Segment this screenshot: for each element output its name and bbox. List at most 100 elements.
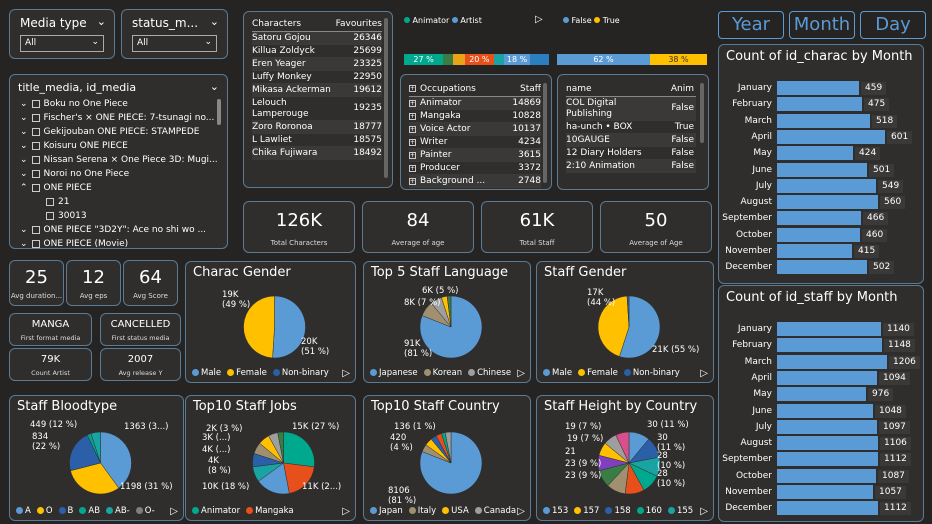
bar-row[interactable]: March 1206 bbox=[719, 354, 920, 370]
play-icon[interactable]: ▷ bbox=[342, 368, 350, 379]
title-media-slicer[interactable]: title_media, id_media ⌄ ⌄ Boku no One Pie… bbox=[9, 74, 228, 249]
table-row[interactable]: Luffy Monkey 22950 bbox=[252, 71, 382, 84]
chevron-down-icon[interactable]: ⌄ bbox=[20, 113, 28, 123]
expand-icon[interactable]: + bbox=[409, 85, 416, 92]
stack-segment[interactable]: 18 % bbox=[504, 54, 531, 65]
legend-item[interactable]: 157 bbox=[574, 506, 599, 516]
column-header[interactable]: Staff bbox=[501, 84, 541, 94]
legend-item[interactable]: O- bbox=[135, 506, 155, 516]
legend-item[interactable]: Chinese bbox=[468, 368, 511, 378]
bar-row[interactable]: February 1148 bbox=[719, 338, 919, 353]
bar[interactable] bbox=[777, 81, 859, 95]
table-row[interactable]: L Lawliet 18575 bbox=[252, 134, 382, 147]
checkbox[interactable] bbox=[31, 127, 40, 136]
chevron-up-icon[interactable]: ⌃ bbox=[20, 183, 28, 193]
checkbox[interactable] bbox=[31, 155, 40, 164]
chevron-down-icon[interactable]: ⌄ bbox=[20, 141, 28, 151]
play-icon[interactable]: ▷ bbox=[342, 506, 350, 517]
bar-row[interactable]: May 976 bbox=[719, 387, 919, 402]
column-header[interactable]: name bbox=[566, 84, 654, 94]
bar[interactable] bbox=[777, 178, 876, 193]
legend-item[interactable]: Italy bbox=[408, 506, 436, 516]
legend-item[interactable]: AB- bbox=[106, 506, 130, 516]
tree-item[interactable]: ⌄ Nissan Serena × One Piece 3D: Mugi... bbox=[20, 155, 218, 165]
checkbox[interactable] bbox=[31, 141, 40, 150]
bar[interactable] bbox=[777, 370, 877, 385]
year-button[interactable]: Year bbox=[718, 11, 784, 39]
stack-segment[interactable]: 62 % bbox=[557, 54, 650, 65]
legend-item[interactable]: Female bbox=[227, 368, 267, 378]
legend-item[interactable]: 153 bbox=[543, 506, 568, 516]
bar-row[interactable]: March 518 bbox=[719, 113, 919, 129]
play-icon[interactable]: ▷ bbox=[535, 14, 543, 25]
column-header[interactable]: Occupations bbox=[420, 84, 501, 94]
table-row[interactable]: + Mangaka 10828 bbox=[409, 110, 541, 123]
column-header[interactable]: Favourites bbox=[334, 19, 382, 29]
checkbox[interactable] bbox=[31, 183, 40, 192]
legend-item[interactable]: A bbox=[16, 506, 31, 516]
bar-row[interactable]: August 560 bbox=[719, 195, 919, 210]
legend-item[interactable]: USA bbox=[442, 506, 469, 516]
table-row[interactable]: Mikasa Ackerman 19612 bbox=[252, 84, 382, 97]
scrollbar[interactable] bbox=[217, 99, 221, 125]
bar[interactable] bbox=[777, 485, 873, 499]
bar-row[interactable]: July 549 bbox=[719, 178, 919, 194]
legend-item[interactable]: Female bbox=[578, 368, 618, 378]
expand-icon[interactable]: + bbox=[409, 138, 416, 146]
table-row[interactable]: ha-unch • BOX True bbox=[566, 121, 696, 134]
legend-item[interactable]: Mangaka bbox=[246, 506, 294, 516]
play-icon[interactable]: ▷ bbox=[517, 506, 525, 517]
bar-row[interactable]: January 459 bbox=[719, 81, 919, 96]
bar-row[interactable]: December 1112 bbox=[719, 501, 919, 516]
table-row[interactable]: Lelouch Lamperouge 19235 bbox=[252, 97, 382, 121]
bar[interactable] bbox=[777, 468, 876, 483]
table-row[interactable]: 12 Diary Holders False bbox=[566, 147, 696, 160]
stack-segment[interactable] bbox=[453, 54, 465, 65]
table-row[interactable]: COL Digital Publishing False bbox=[566, 97, 696, 121]
stack-segment[interactable]: 38 % bbox=[650, 54, 707, 65]
chevron-down-icon[interactable]: ⌄ bbox=[20, 99, 28, 109]
table-row[interactable]: + Writer 4234 bbox=[409, 136, 541, 149]
tree-item[interactable]: ⌄ Fischer's × ONE PIECE: 7-tsunagi no... bbox=[20, 113, 214, 123]
column-header[interactable]: Anim bbox=[654, 84, 694, 94]
bar-row[interactable]: September 1112 bbox=[719, 452, 919, 467]
legend-item[interactable]: 158 bbox=[605, 506, 631, 516]
table-row[interactable]: Satoru Gojou 26346 bbox=[252, 32, 382, 45]
bar[interactable] bbox=[777, 97, 862, 112]
checkbox[interactable] bbox=[31, 113, 40, 122]
bar-row[interactable]: February 475 bbox=[719, 97, 919, 112]
table-row[interactable]: + Painter 3615 bbox=[409, 149, 541, 162]
checkbox[interactable] bbox=[46, 211, 54, 220]
bar-row[interactable]: August 1106 bbox=[719, 436, 919, 451]
bar[interactable] bbox=[777, 211, 861, 226]
expand-icon[interactable]: + bbox=[409, 99, 416, 107]
legend-item[interactable]: Canada bbox=[474, 506, 516, 516]
bar-row[interactable]: September 466 bbox=[719, 211, 919, 226]
legend-item[interactable]: Japan bbox=[370, 506, 403, 516]
legend-item[interactable]: 160 bbox=[636, 506, 662, 516]
table-row[interactable]: 2:10 Animation False bbox=[566, 160, 696, 173]
checkbox[interactable] bbox=[31, 225, 40, 234]
bar-row[interactable]: April 601 bbox=[719, 129, 919, 145]
tree-item[interactable]: ⌄ Gekijouban ONE PIECE: STAMPEDE bbox=[20, 127, 199, 137]
bar[interactable] bbox=[777, 244, 852, 258]
legend-item[interactable]: Male bbox=[543, 368, 572, 378]
chevron-down-icon[interactable]: ⌄ bbox=[20, 169, 28, 179]
table-row[interactable]: Chika Fujiwara 18492 bbox=[252, 147, 382, 160]
bar[interactable] bbox=[777, 452, 878, 467]
bar[interactable] bbox=[777, 322, 881, 336]
table-row[interactable]: Killua Zoldyck 25699 bbox=[252, 45, 382, 58]
bar-row[interactable]: October 460 bbox=[719, 227, 919, 243]
legend-item[interactable]: B bbox=[58, 506, 73, 516]
stack-segment[interactable]: 27 % bbox=[404, 54, 444, 65]
bar[interactable] bbox=[777, 146, 853, 161]
column-header[interactable]: Characters bbox=[252, 19, 334, 29]
bar-row[interactable]: May 424 bbox=[719, 146, 919, 161]
bar[interactable] bbox=[777, 162, 867, 177]
bar[interactable] bbox=[777, 387, 866, 402]
scrollbar[interactable] bbox=[384, 18, 388, 178]
play-icon[interactable]: ▷ bbox=[170, 506, 178, 517]
play-icon[interactable]: ▷ bbox=[517, 368, 525, 379]
legend-item[interactable]: Male bbox=[192, 368, 221, 378]
stack-segment[interactable] bbox=[530, 54, 549, 65]
